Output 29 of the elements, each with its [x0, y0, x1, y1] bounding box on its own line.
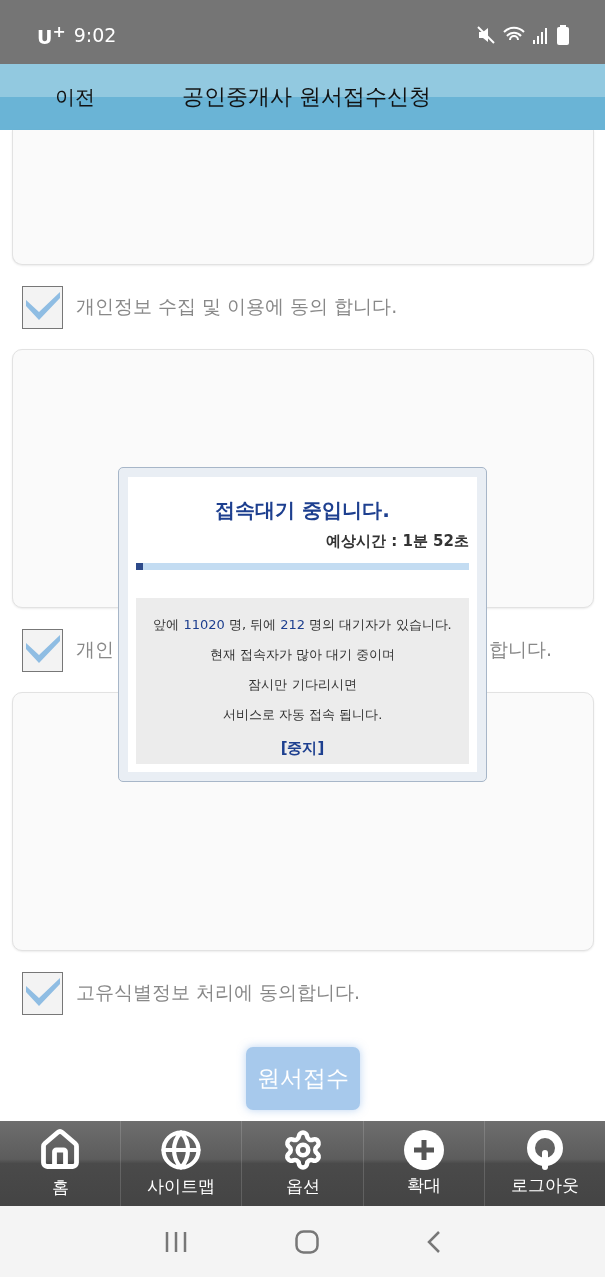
- page-title: 공인중개사 원서접수신청: [182, 83, 431, 111]
- agree-label: 개인정보 수집 및 이용에 동의 합니다.: [76, 294, 398, 319]
- agree-label: 고유식별정보 처리에 동의합니다.: [76, 980, 361, 1005]
- back-link[interactable]: 이전: [55, 83, 182, 111]
- agree-label: 합니다.: [489, 637, 553, 662]
- message-line: 앞에 11020 명, 뒤에 212 명의 대기자가 있습니다.: [153, 616, 452, 634]
- carrier-label: U$^{+}$: [37, 21, 66, 49]
- message-line: 잠시만 기다리시면: [248, 676, 357, 694]
- mute-icon: [477, 26, 495, 44]
- globe-icon: [160, 1129, 203, 1171]
- stop-link[interactable]: [중지]: [274, 738, 331, 759]
- power-icon: [525, 1130, 564, 1170]
- agree-checkbox[interactable]: [22, 285, 63, 329]
- clock: 9:02: [73, 24, 117, 46]
- estimated-time: 예상시간 : 1분 52초: [325, 532, 469, 551]
- recent-apps-icon[interactable]: [163, 1230, 188, 1253]
- agree-label: 개인: [76, 637, 114, 662]
- menu-item[interactable]: 홈: [0, 1121, 121, 1206]
- message-line: 현재 접속자가 많아 대기 중이며: [209, 646, 396, 664]
- dialog-title: 접속대기 중입니다.: [214, 497, 391, 524]
- home-button-icon[interactable]: [295, 1229, 320, 1254]
- menu-item[interactable]: 확대: [362, 1121, 484, 1206]
- battery-icon: [557, 25, 569, 45]
- agree-checkbox[interactable]: [22, 628, 63, 672]
- back-icon[interactable]: [427, 1229, 442, 1254]
- signal-icon: [533, 26, 549, 44]
- agree-checkbox[interactable]: [22, 971, 63, 1015]
- message-line: 서비스로 자동 접속 됩니다.: [222, 706, 383, 724]
- plus-icon: [403, 1130, 444, 1170]
